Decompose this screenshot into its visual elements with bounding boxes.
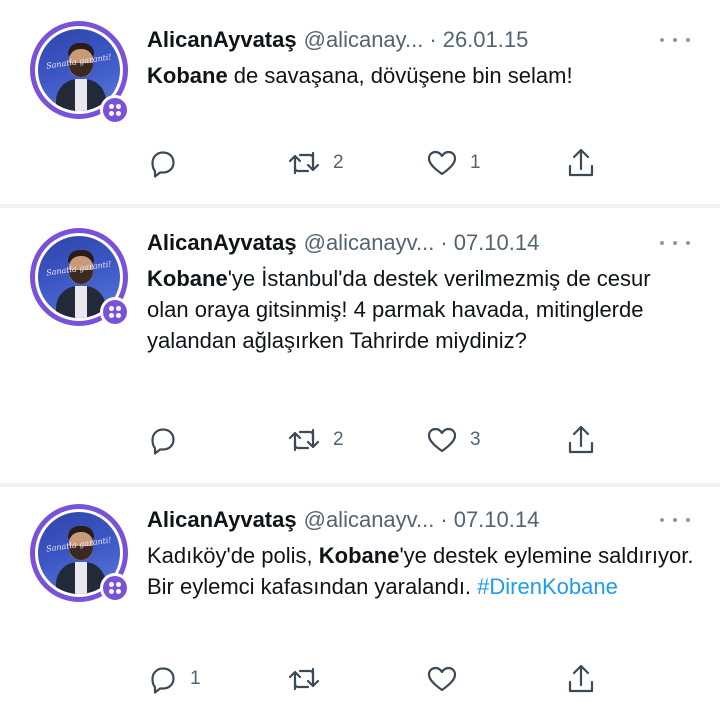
share-button[interactable] (566, 423, 596, 457)
author-name[interactable]: AlicanAyvataş (147, 230, 297, 256)
retweet-icon (288, 151, 320, 175)
tweet-date[interactable]: 07.10.14 (454, 230, 540, 256)
highlight-keyword: Kobane (318, 543, 400, 568)
reply-icon (151, 428, 175, 455)
like-icon (427, 666, 457, 692)
reply-button[interactable] (148, 146, 190, 180)
like-icon (427, 427, 457, 453)
tweet-text: Kobane'ye İstanbul'da destek verilmezmiş… (147, 263, 695, 356)
header-separator: · (440, 507, 448, 532)
retweet-icon (288, 428, 320, 452)
tweet-1[interactable]: Sanatla garanti! AlicanAyvataş @alicanay… (0, 0, 720, 204)
header-separator: · (429, 27, 437, 52)
text-segment: Kadıköy'de polis, (147, 543, 319, 568)
tweet-header: AlicanAyvataş @alicanayv... · 07.10.14 (147, 505, 539, 535)
highlight-keyword: Kobane (147, 63, 228, 88)
tweet-date[interactable]: 26.01.15 (443, 27, 529, 53)
author-name[interactable]: AlicanAyvataş (147, 507, 297, 533)
like-button[interactable] (426, 662, 470, 696)
tweet-actions: 1 (0, 662, 720, 696)
tweet-header: AlicanAyvataş @alicanayv... · 07.10.14 (147, 228, 539, 258)
reply-icon (151, 667, 175, 694)
share-icon (568, 148, 594, 177)
retweet-count: 2 (333, 429, 344, 450)
tweet-date[interactable]: 07.10.14 (454, 507, 540, 533)
like-count: 1 (470, 152, 481, 173)
author-handle[interactable]: @alicanayv... (304, 507, 435, 533)
retweet-button[interactable]: 2 (287, 423, 344, 457)
retweet-icon (288, 667, 320, 691)
tweet-text: Kadıköy'de polis, Kobane'ye destek eylem… (147, 540, 695, 602)
hashtag-link[interactable]: #DirenKobane (477, 574, 618, 599)
author-handle[interactable]: @alicanay... (304, 27, 424, 53)
tweet-actions: 2 1 (0, 146, 720, 180)
highlight-keyword: Kobane (147, 266, 228, 291)
more-icon[interactable] (660, 508, 690, 532)
tweet-actions: 2 3 (0, 423, 720, 457)
retweet-button[interactable]: 2 (287, 146, 344, 180)
like-button[interactable]: 1 (426, 146, 481, 180)
tweet-header: AlicanAyvataş @alicanay... · 26.01.15 (147, 25, 528, 55)
more-icon[interactable] (660, 28, 690, 52)
tweet-3[interactable]: Sanatla garanti! AlicanAyvataş @alicanay… (0, 487, 720, 721)
author-handle[interactable]: @alicanayv... (304, 230, 435, 256)
reply-count: 1 (190, 668, 201, 689)
tweet-text: Kobane de savaşana, dövüşene bin selam! (147, 60, 627, 91)
like-button[interactable]: 3 (426, 423, 481, 457)
retweet-button[interactable] (287, 662, 333, 696)
like-count: 3 (470, 429, 481, 450)
team-badge-icon (100, 95, 130, 125)
share-icon (568, 425, 594, 454)
reply-button[interactable]: 1 (148, 662, 201, 696)
share-icon (568, 664, 594, 693)
share-button[interactable] (566, 662, 596, 696)
tweet-2[interactable]: Sanatla garanti! AlicanAyvataş @alicanay… (0, 208, 720, 483)
reply-icon (151, 151, 175, 178)
text-segment: de savaşana, dövüşene bin selam! (227, 63, 573, 88)
team-badge-icon (100, 297, 130, 327)
more-icon[interactable] (660, 231, 690, 255)
share-button[interactable] (566, 146, 596, 180)
like-icon (427, 150, 457, 176)
team-badge-icon (100, 573, 130, 603)
author-name[interactable]: AlicanAyvataş (147, 27, 297, 53)
header-separator: · (440, 230, 448, 255)
reply-button[interactable] (148, 423, 190, 457)
retweet-count: 2 (333, 152, 344, 173)
